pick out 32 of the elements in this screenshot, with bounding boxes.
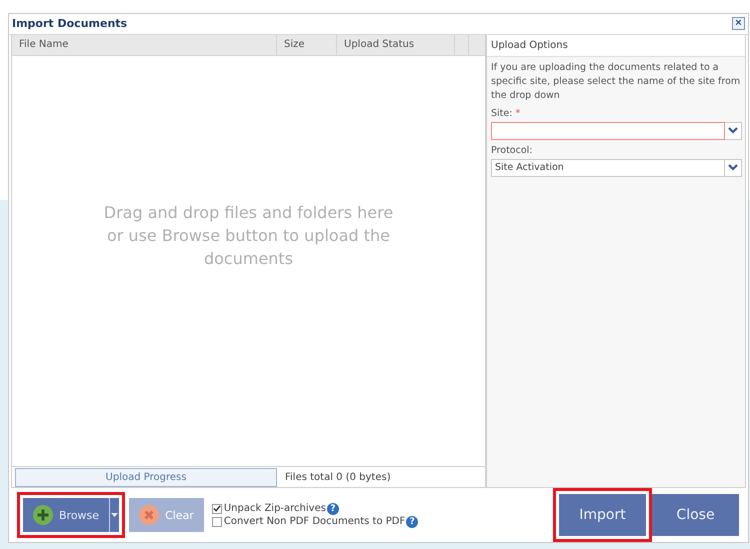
required-mark: * xyxy=(515,108,520,119)
drop-hint: Drag and drop files and folders here or use Browse button to upload the documents xyxy=(102,202,394,270)
check-icon xyxy=(212,505,221,512)
checkbox[interactable] xyxy=(212,516,222,526)
chevron-down-icon xyxy=(728,127,738,134)
help-icon[interactable]: ? xyxy=(406,516,418,528)
browse-button[interactable]: Browse xyxy=(23,498,110,532)
field-label: Site: xyxy=(491,108,512,119)
plus-icon xyxy=(33,505,53,525)
dropdown-button[interactable] xyxy=(109,498,120,532)
caret-icon xyxy=(111,513,118,517)
description-text: If you are uploading the documents related to a specific site, please select the name of the site from the drop down xyxy=(491,60,742,103)
close-icon xyxy=(139,505,160,525)
dropdown-button[interactable] xyxy=(725,122,742,140)
close-button[interactable]: Close xyxy=(652,494,739,536)
checkbox-label: Unpack Zip-archives xyxy=(224,503,326,514)
dropdown-field[interactable]: Site Activation xyxy=(491,158,725,177)
import-button[interactable]: Import xyxy=(559,494,646,536)
window-title: Import Documents xyxy=(12,17,128,30)
panel-title: Upload Options xyxy=(487,34,745,57)
checkbox[interactable] xyxy=(212,504,222,514)
field-label: Protocol: xyxy=(491,144,534,156)
close-button[interactable]: × xyxy=(732,17,745,30)
checkbox-label: Convert Non PDF Documents to PDF xyxy=(224,516,406,527)
dropdown-field[interactable] xyxy=(491,122,725,140)
dropdown-button[interactable] xyxy=(725,158,742,177)
files-total: Files total 0 (0 bytes) xyxy=(285,472,391,482)
chevron-down-icon xyxy=(728,164,738,172)
column-header: Upload Status xyxy=(337,34,455,55)
column-header: Size xyxy=(277,34,337,55)
help-icon[interactable]: ? xyxy=(326,502,339,514)
column-header: File Name xyxy=(12,34,277,55)
